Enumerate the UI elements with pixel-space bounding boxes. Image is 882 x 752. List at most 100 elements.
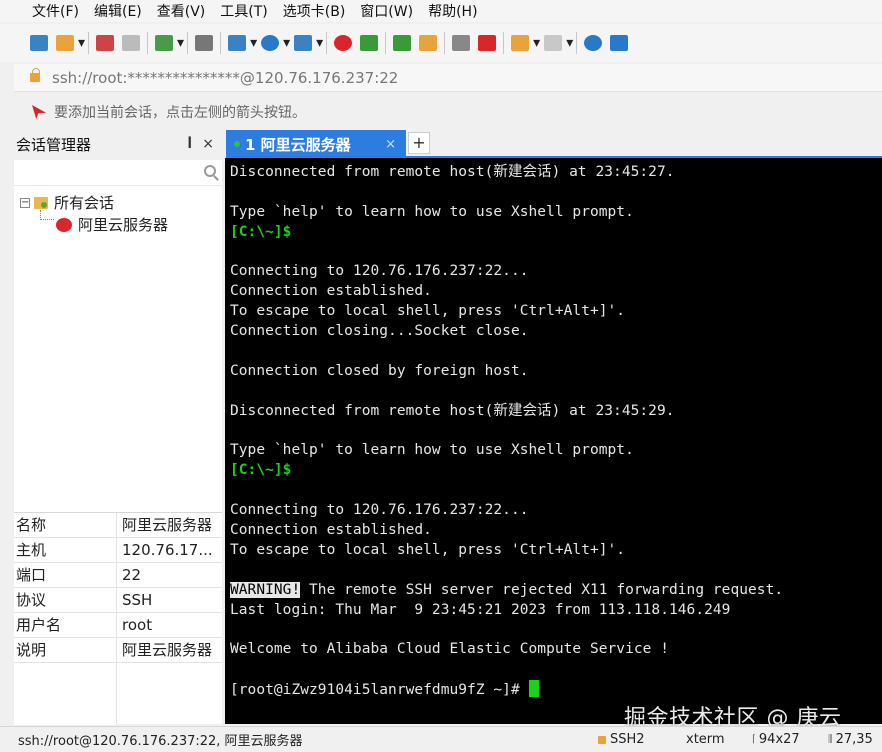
status-term: xterm <box>686 732 725 747</box>
help-button[interactable] <box>580 30 606 56</box>
tree-item-aliyun-server[interactable]: 阿里云服务器 <box>56 214 168 235</box>
terminal-line: Disconnected from remote host(新建会话) at 2… <box>230 163 882 183</box>
menu-item[interactable]: 工具(T) <box>220 1 267 21</box>
tree-connector <box>40 210 54 220</box>
terminal-text: Connection closing...Socket close. <box>230 323 529 340</box>
open-folder-button[interactable] <box>52 30 78 56</box>
lock-icon <box>598 735 606 744</box>
toolbar: ▾ ▾ ▾ ▾ ▾ ▾ ▾ <box>0 24 882 62</box>
xftp-icon <box>360 35 379 51</box>
new-session-button[interactable] <box>26 30 52 56</box>
property-key: 名称 <box>14 513 117 537</box>
fullscreen-button[interactable] <box>389 30 415 56</box>
status-pos: ⫼ 27,35 <box>828 732 873 747</box>
add-session-arrow-icon[interactable] <box>32 105 46 119</box>
copy-session-icon <box>155 35 174 51</box>
highlight-button[interactable] <box>474 30 500 56</box>
property-row: 用户名 root <box>14 613 222 638</box>
collapse-icon[interactable]: − <box>20 197 30 208</box>
menu-item[interactable]: 文件(F) <box>32 1 79 21</box>
toolbar-separator <box>576 32 578 54</box>
property-value: 120.76.17... <box>122 541 213 559</box>
xshell-button[interactable] <box>330 30 356 56</box>
property-row: 端口 22 <box>14 563 222 588</box>
menu-bar: 文件(F) 编辑(E) 查看(V) 工具(T) 选项卡(B) 窗口(W) 帮助(H) <box>0 0 882 22</box>
property-value: 阿里云服务器 <box>122 641 213 659</box>
chevron-down-icon[interactable]: ▾ <box>283 35 290 51</box>
toolbar-separator <box>220 32 222 54</box>
pin-icon[interactable]: ꟾ <box>188 137 192 151</box>
menu-item[interactable]: 查看(V) <box>157 1 206 21</box>
connect-button[interactable] <box>92 30 118 56</box>
property-key: 主机 <box>14 538 117 562</box>
terminal-line: [root@iZwz9104i5lanrwefdmu9fZ ~]# <box>230 680 882 700</box>
font-button[interactable] <box>290 30 316 56</box>
layout-button[interactable] <box>507 30 533 56</box>
terminal-line: Connection established. <box>230 521 882 541</box>
terminal-text: [C:\~]$ <box>230 223 292 240</box>
menu-item[interactable]: 编辑(E) <box>94 1 142 21</box>
chevron-down-icon[interactable]: ▾ <box>250 35 257 51</box>
chat-icon <box>610 35 629 51</box>
status-bar: ssh://root@120.76.176.237:22, 阿里云服务器 SSH… <box>0 726 882 752</box>
chevron-down-icon[interactable]: ▾ <box>533 35 540 51</box>
terminal-line: WARNING! The remote SSH server rejected … <box>230 581 882 601</box>
tab-label: 1 阿里云服务器 <box>245 135 351 154</box>
terminal-line: Last login: Thu Mar 9 23:45:21 2023 from… <box>230 601 882 621</box>
lock-button[interactable] <box>415 30 441 56</box>
help-icon <box>584 35 603 51</box>
property-value: 阿里云服务器 <box>122 516 213 534</box>
terminal-line: Type `help' to learn how to use Xshell p… <box>230 441 882 461</box>
menu-item[interactable]: 窗口(W) <box>360 1 413 21</box>
window-button[interactable] <box>540 30 566 56</box>
tab-close-icon[interactable]: × <box>385 137 396 152</box>
property-key: 协议 <box>14 588 117 612</box>
copy-session-button[interactable] <box>151 30 177 56</box>
tab-aliyun-server[interactable]: 1 阿里云服务器 × <box>226 130 406 158</box>
globe-button[interactable] <box>257 30 283 56</box>
search-icon[interactable] <box>204 165 216 177</box>
disconnect-button[interactable] <box>118 30 144 56</box>
chat-button[interactable] <box>606 30 632 56</box>
session-tree: − 所有会话 阿里云服务器 <box>14 186 222 512</box>
keyboard-icon <box>452 35 471 51</box>
close-icon[interactable]: × <box>202 136 214 152</box>
terminal-text: Connection closed by foreign host. <box>230 362 529 379</box>
hint-bar: 要添加当前会话，点击左侧的箭头按钮。 <box>14 98 882 126</box>
property-key: 说明 <box>14 638 117 662</box>
find-button[interactable] <box>191 30 217 56</box>
toolbar-separator <box>326 32 328 54</box>
toolbar-separator <box>147 32 149 54</box>
connect-icon <box>96 35 115 51</box>
keyboard-button[interactable] <box>448 30 474 56</box>
properties-button[interactable] <box>224 30 250 56</box>
terminal[interactable]: Disconnected from remote host(新建会话) at 2… <box>225 158 882 724</box>
menu-item[interactable]: 选项卡(B) <box>283 1 346 21</box>
folder-icon <box>34 196 48 209</box>
disconnect-icon <box>122 35 141 51</box>
toolbar-separator <box>88 32 90 54</box>
terminal-cursor[interactable] <box>528 680 539 698</box>
property-value: SSH <box>122 591 153 609</box>
session-search[interactable] <box>14 160 222 186</box>
address-text[interactable]: ssh://root:***************@120.76.176.23… <box>52 69 398 87</box>
chevron-down-icon[interactable]: ▾ <box>177 35 184 51</box>
chevron-down-icon[interactable]: ▾ <box>566 35 573 51</box>
lock-icon <box>30 68 40 82</box>
terminal-line: Connecting to 120.76.176.237:22... <box>230 501 882 521</box>
chevron-down-icon[interactable]: ▾ <box>78 35 85 51</box>
properties-icon <box>228 35 247 51</box>
terminal-line: Type `help' to learn how to use Xshell p… <box>230 203 882 223</box>
menu-item[interactable]: 帮助(H) <box>428 1 477 21</box>
chevron-down-icon[interactable]: ▾ <box>316 35 323 51</box>
session-manager-title: 会话管理器 <box>16 135 92 154</box>
tree-item-all-sessions[interactable]: − 所有会话 <box>20 192 114 213</box>
new-tab-button[interactable]: + <box>408 132 430 154</box>
xftp-button[interactable] <box>356 30 382 56</box>
address-bar[interactable]: ssh://root:***************@120.76.176.23… <box>14 64 882 92</box>
property-key: 用户名 <box>14 613 117 637</box>
